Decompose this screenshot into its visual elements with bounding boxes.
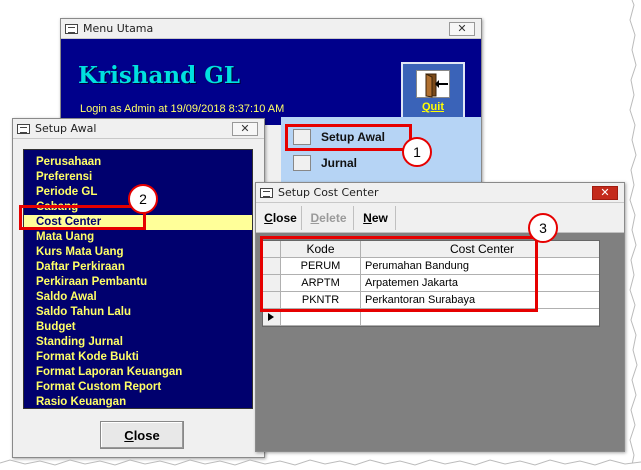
setup-list-item-perkiraan-pembantu[interactable]: Perkiraan Pembantu [24,275,252,290]
quit-button[interactable]: Quit [401,62,465,122]
menu-utama-titlebar: Menu Utama ✕ [61,19,481,39]
callout-2: 2 [128,184,158,214]
cost-center-titlebar: Setup Cost Center ✕ [256,183,624,203]
setup-list-item-budget[interactable]: Budget [24,320,252,335]
form-icon [260,187,273,198]
callout-1: 1 [402,137,432,167]
close-button[interactable]: Close [100,421,184,449]
toolbar-delete-label: Delete [310,211,347,225]
close-icon[interactable]: ✕ [449,21,475,36]
setup-awal-window: Setup Awal ✕ Perusahaan Preferensi Periode… [12,118,265,458]
toolbar-close-label: Close [264,211,297,225]
toolbar-close-button[interactable]: Close [260,206,302,230]
setup-list-item-saldo-awal[interactable]: Saldo Awal [24,290,252,305]
app-title: Krishand GL [78,62,241,89]
setup-awal-titlebar: Setup Awal ✕ [13,119,264,139]
toolbar-new-label: New [363,211,388,225]
callout-3: 3 [528,213,558,243]
close-button-label: Close [124,427,160,443]
setup-list-item-perusahaan[interactable]: Perusahaan [24,155,252,170]
setup-list-item-rasio-keuangan[interactable]: Rasio Keuangan [24,395,252,410]
highlight-cost-center-grid [260,236,538,312]
cost-center-title: Setup Cost Center [278,186,379,199]
setup-list-item-kurs-mata-uang[interactable]: Kurs Mata Uang [24,245,252,260]
setup-list-item-preferensi[interactable]: Preferensi [24,170,252,185]
menu-button-box[interactable] [293,155,311,171]
app-header: Krishand GL Login as Admin at 19/09/2018… [61,39,481,125]
cost-center-toolbar: Close Delete New [256,203,624,233]
setup-list-item-format-custom-report[interactable]: Format Custom Report [24,380,252,395]
close-icon[interactable]: ✕ [592,185,618,200]
setup-awal-title: Setup Awal [35,122,97,135]
setup-cost-center-window: Setup Cost Center ✕ Close Delete New Kod… [255,182,625,452]
torn-edge-bottom [0,459,641,470]
setup-list-item-format-laporan-keuangan[interactable]: Format Laporan Keuangan [24,365,252,380]
setup-list-item-format-kode-bukti[interactable]: Format Kode Bukti [24,350,252,365]
form-icon [17,123,30,134]
highlight-cost-center [19,205,146,230]
setup-list-item-mata-uang[interactable]: Mata Uang [24,230,252,245]
form-icon [65,23,78,34]
exit-door-icon [416,70,450,98]
quit-label: Quit [422,101,444,113]
toolbar-new-button[interactable]: New [356,206,396,230]
setup-list-item-standing-jurnal[interactable]: Standing Jurnal [24,335,252,350]
login-status: Login as Admin at 19/09/2018 8:37:10 AM [80,103,285,115]
menu-item-jurnal[interactable]: Jurnal [293,155,357,171]
menu-item-label: Jurnal [321,156,358,170]
torn-edge-right [629,0,641,470]
setup-list-item-saldo-tahun-lalu[interactable]: Saldo Tahun Lalu [24,305,252,320]
menu-utama-title: Menu Utama [83,22,154,35]
toolbar-delete-button[interactable]: Delete [304,206,354,230]
close-icon[interactable]: ✕ [232,121,258,136]
highlight-setup-awal [285,124,412,151]
setup-list-item-daftar-perkiraan[interactable]: Daftar Perkiraan [24,260,252,275]
